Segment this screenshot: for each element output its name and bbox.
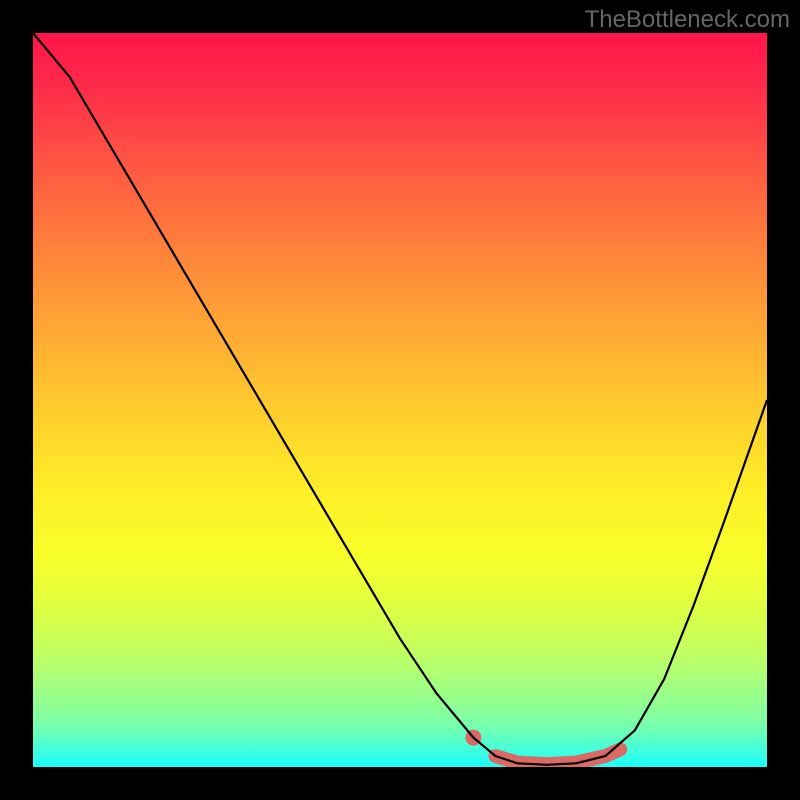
plot-area [33, 33, 767, 767]
chart-svg [33, 33, 767, 767]
bottleneck-curve [33, 33, 767, 765]
watermark-text: TheBottleneck.com [585, 6, 790, 34]
